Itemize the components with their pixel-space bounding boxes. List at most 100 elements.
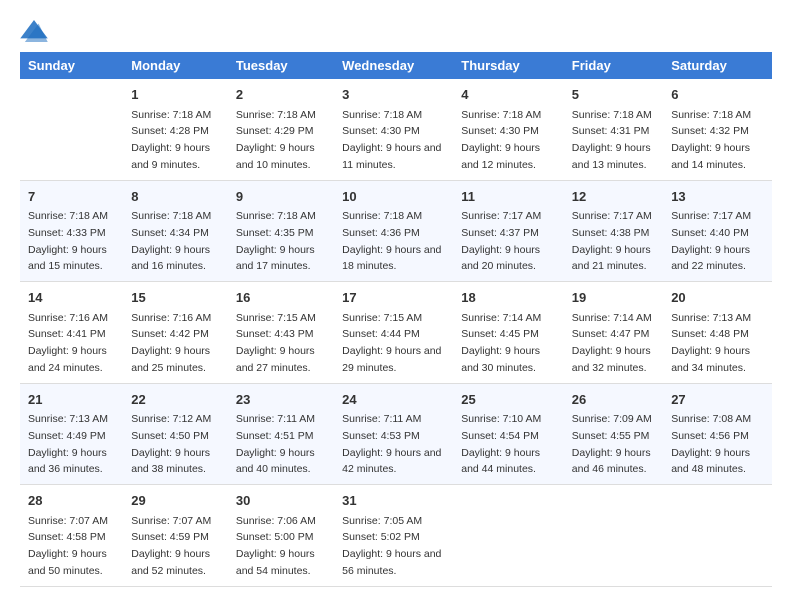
sunset-info: Sunset: 4:48 PM (671, 328, 749, 340)
calendar-cell: 8Sunrise: 7:18 AMSunset: 4:34 PMDaylight… (123, 180, 228, 282)
sunset-info: Sunset: 4:38 PM (572, 227, 650, 239)
calendar-cell: 12Sunrise: 7:17 AMSunset: 4:38 PMDayligh… (564, 180, 663, 282)
day-number: 1 (131, 85, 220, 105)
calendar-cell: 6Sunrise: 7:18 AMSunset: 4:32 PMDaylight… (663, 79, 772, 180)
daylight-info: Daylight: 9 hours and 44 minutes. (461, 447, 540, 476)
sunrise-info: Sunrise: 7:12 AM (131, 413, 211, 425)
calendar-cell: 21Sunrise: 7:13 AMSunset: 4:49 PMDayligh… (20, 383, 123, 485)
sunrise-info: Sunrise: 7:15 AM (236, 312, 316, 324)
day-number: 24 (342, 390, 445, 410)
day-number: 17 (342, 288, 445, 308)
daylight-info: Daylight: 9 hours and 34 minutes. (671, 345, 750, 374)
sunrise-info: Sunrise: 7:18 AM (131, 210, 211, 222)
day-number: 20 (671, 288, 764, 308)
daylight-info: Daylight: 9 hours and 54 minutes. (236, 548, 315, 577)
day-number: 6 (671, 85, 764, 105)
header (20, 20, 772, 42)
sunrise-info: Sunrise: 7:17 AM (572, 210, 652, 222)
calendar-cell: 24Sunrise: 7:11 AMSunset: 4:53 PMDayligh… (334, 383, 453, 485)
calendar-cell: 27Sunrise: 7:08 AMSunset: 4:56 PMDayligh… (663, 383, 772, 485)
sunrise-info: Sunrise: 7:18 AM (131, 109, 211, 121)
calendar-cell: 14Sunrise: 7:16 AMSunset: 4:41 PMDayligh… (20, 282, 123, 384)
sunrise-info: Sunrise: 7:18 AM (342, 210, 422, 222)
calendar-cell: 18Sunrise: 7:14 AMSunset: 4:45 PMDayligh… (453, 282, 564, 384)
daylight-info: Daylight: 9 hours and 25 minutes. (131, 345, 210, 374)
calendar-cell: 19Sunrise: 7:14 AMSunset: 4:47 PMDayligh… (564, 282, 663, 384)
day-number: 28 (28, 491, 115, 511)
sunset-info: Sunset: 4:53 PM (342, 430, 420, 442)
sunset-info: Sunset: 4:54 PM (461, 430, 539, 442)
daylight-info: Daylight: 9 hours and 17 minutes. (236, 244, 315, 273)
calendar-cell: 15 Sunrise: 7:16 AM Sunset: 4:42 PM Dayligh… (123, 282, 228, 384)
daylight-info: Daylight: 9 hours and 38 minutes. (131, 447, 210, 476)
sunset-info: Sunset: 4:40 PM (671, 227, 749, 239)
day-number: 21 (28, 390, 115, 410)
sunrise-info: Sunrise: 7:14 AM (461, 312, 541, 324)
sunset-info: Sunset: 5:02 PM (342, 531, 420, 543)
calendar-cell: 13Sunrise: 7:17 AMSunset: 4:40 PMDayligh… (663, 180, 772, 282)
day-number: 4 (461, 85, 556, 105)
day-number: 25 (461, 390, 556, 410)
sunset-info: Sunset: 4:55 PM (572, 430, 650, 442)
day-number: 9 (236, 187, 326, 207)
day-number: 22 (131, 390, 220, 410)
sunset-info: Sunset: 4:49 PM (28, 430, 106, 442)
sunrise-info: Sunrise: 7:18 AM (572, 109, 652, 121)
daylight-info: Daylight: 9 hours and 48 minutes. (671, 447, 750, 476)
sunrise-info: Sunrise: 7:07 AM (131, 515, 211, 527)
daylight-info: Daylight: 9 hours and 27 minutes. (236, 345, 315, 374)
sunset-info: Sunset: 4:45 PM (461, 328, 539, 340)
calendar-cell (663, 485, 772, 587)
sunset-info: Sunset: 4:29 PM (236, 125, 314, 137)
sunset-info: Sunset: 4:42 PM (131, 328, 209, 340)
sunrise-info: Sunrise: 7:18 AM (671, 109, 751, 121)
sunset-info: Sunset: 4:59 PM (131, 531, 209, 543)
calendar-cell: 17Sunrise: 7:15 AMSunset: 4:44 PMDayligh… (334, 282, 453, 384)
calendar-cell: 11Sunrise: 7:17 AMSunset: 4:37 PMDayligh… (453, 180, 564, 282)
sunrise-info: Sunrise: 7:09 AM (572, 413, 652, 425)
sunrise-info: Sunrise: 7:16 AM (28, 312, 108, 324)
sunrise-info: Sunrise: 7:11 AM (342, 413, 421, 425)
day-number: 31 (342, 491, 445, 511)
sunset-info: Sunset: 5:00 PM (236, 531, 314, 543)
daylight-info: Daylight: 9 hours and 56 minutes. (342, 548, 441, 577)
sunset-info: Sunset: 4:44 PM (342, 328, 420, 340)
day-number: 8 (131, 187, 220, 207)
calendar-cell: 31 Sunrise: 7:05 AM Sunset: 5:02 PM Dayligh… (334, 485, 453, 587)
sunrise-info: Sunrise: 7:15 AM (342, 312, 422, 324)
day-number: 11 (461, 187, 556, 207)
day-header-thursday: Thursday (453, 52, 564, 79)
sunset-info: Sunset: 4:28 PM (131, 125, 209, 137)
logo (20, 20, 52, 42)
week-row-3: 14Sunrise: 7:16 AMSunset: 4:41 PMDayligh… (20, 282, 772, 384)
week-row-5: 28Sunrise: 7:07 AMSunset: 4:58 PMDayligh… (20, 485, 772, 587)
day-number: 15 (131, 288, 220, 308)
day-number: 7 (28, 187, 115, 207)
daylight-info: Daylight: 9 hours and 10 minutes. (236, 142, 315, 171)
days-header-row: SundayMondayTuesdayWednesdayThursdayFrid… (20, 52, 772, 79)
sunrise-info: Sunrise: 7:18 AM (236, 210, 316, 222)
sunrise-info: Sunrise: 7:17 AM (671, 210, 751, 222)
calendar-cell: 29Sunrise: 7:07 AMSunset: 4:59 PMDayligh… (123, 485, 228, 587)
daylight-info: Daylight: 9 hours and 15 minutes. (28, 244, 107, 273)
calendar-cell: 5Sunrise: 7:18 AMSunset: 4:31 PMDaylight… (564, 79, 663, 180)
day-header-tuesday: Tuesday (228, 52, 334, 79)
day-number: 23 (236, 390, 326, 410)
sunset-info: Sunset: 4:56 PM (671, 430, 749, 442)
calendar-cell: 25Sunrise: 7:10 AMSunset: 4:54 PMDayligh… (453, 383, 564, 485)
calendar-cell: 4Sunrise: 7:18 AMSunset: 4:30 PMDaylight… (453, 79, 564, 180)
sunset-info: Sunset: 4:41 PM (28, 328, 106, 340)
daylight-info: Daylight: 9 hours and 24 minutes. (28, 345, 107, 374)
daylight-info: Daylight: 9 hours and 52 minutes. (131, 548, 210, 577)
day-number: 26 (572, 390, 655, 410)
sunrise-info: Sunrise: 7:05 AM (342, 515, 422, 527)
sunset-info: Sunset: 4:31 PM (572, 125, 650, 137)
daylight-info: Daylight: 9 hours and 40 minutes. (236, 447, 315, 476)
day-number: 2 (236, 85, 326, 105)
sunset-info: Sunset: 4:50 PM (131, 430, 209, 442)
calendar-table: SundayMondayTuesdayWednesdayThursdayFrid… (20, 52, 772, 587)
sunrise-info: Sunrise: 7:16 AM (131, 312, 211, 324)
day-number: 10 (342, 187, 445, 207)
day-number: 19 (572, 288, 655, 308)
daylight-info: Daylight: 9 hours and 50 minutes. (28, 548, 107, 577)
